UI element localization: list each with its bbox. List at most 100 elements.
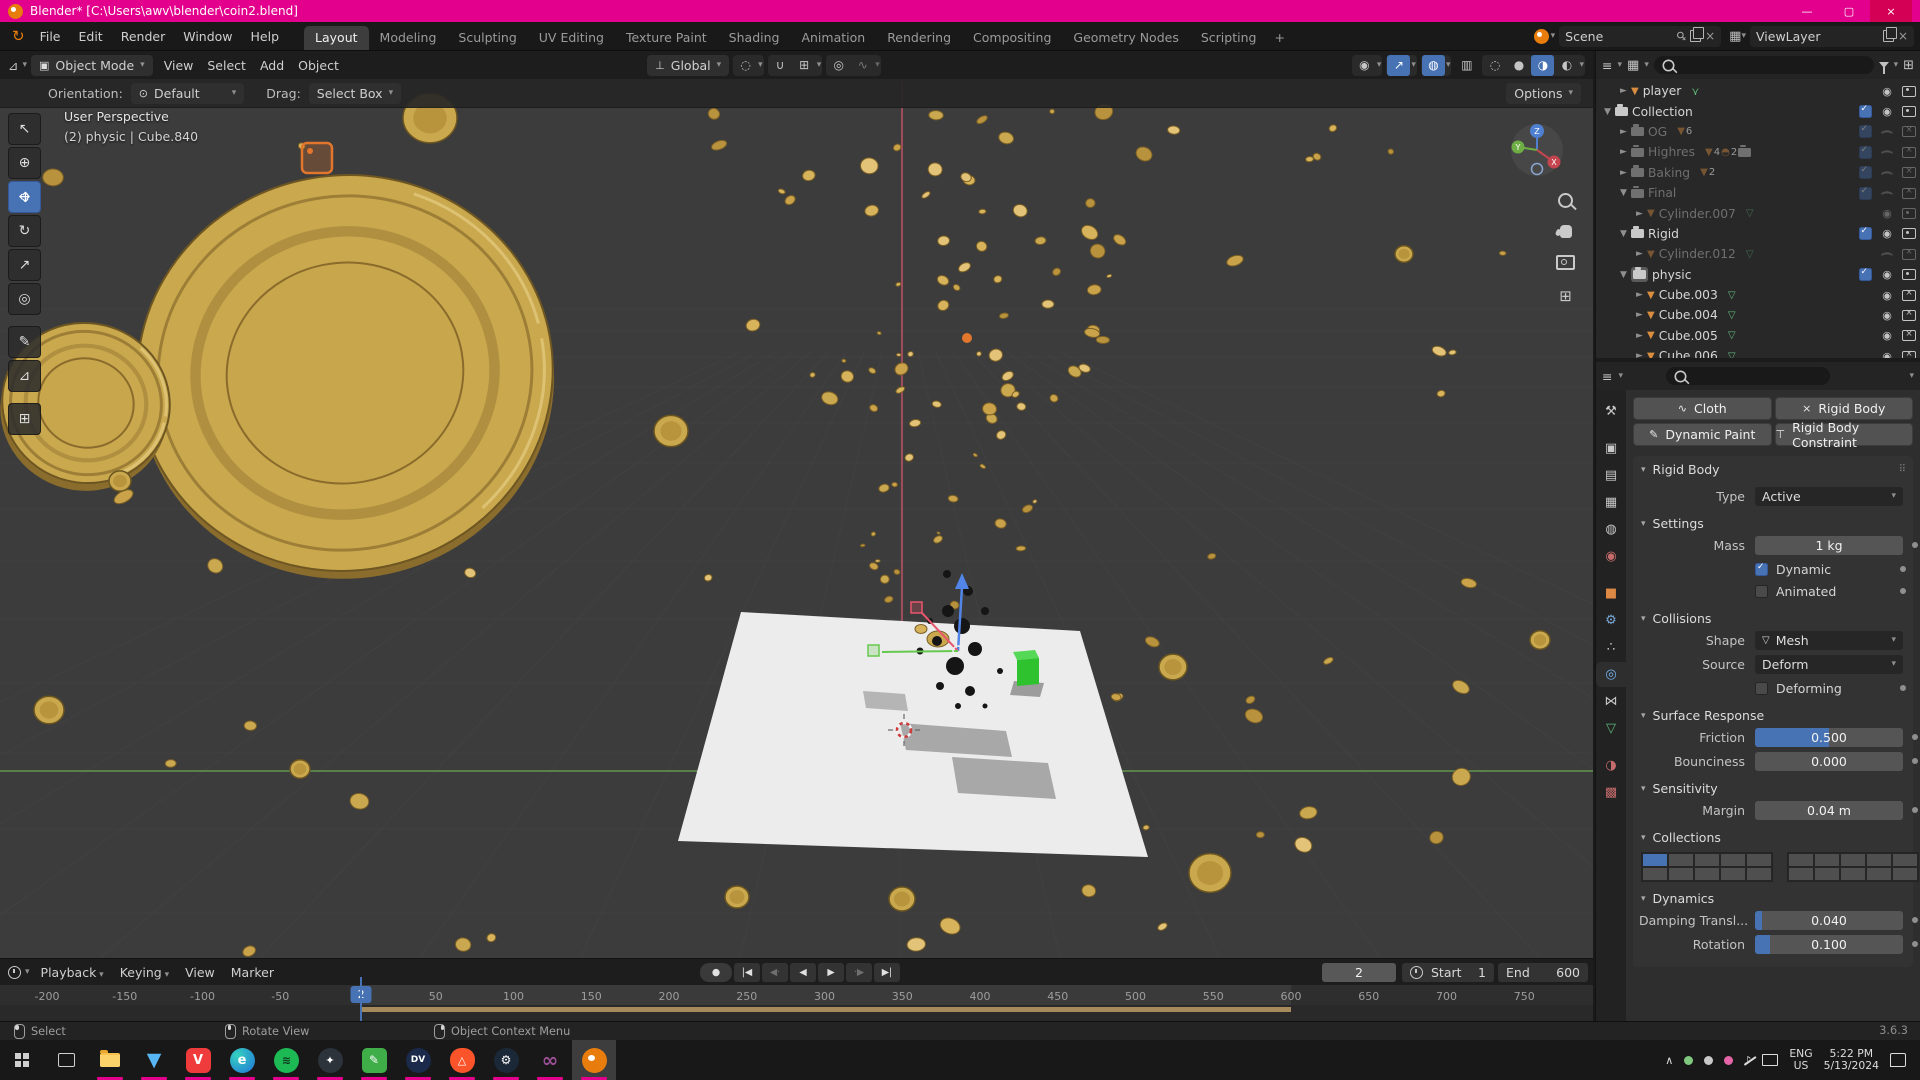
camera-disabled-icon[interactable] xyxy=(1902,188,1916,199)
properties-tab-material[interactable]: ◑ xyxy=(1596,753,1626,778)
menu-help[interactable]: Help xyxy=(242,26,289,47)
play-reverse-button[interactable]: ◀ xyxy=(790,963,816,982)
viewport-menu-object[interactable]: Object xyxy=(291,58,346,73)
collection-checkbox[interactable] xyxy=(1859,146,1872,159)
collection-cell[interactable] xyxy=(1814,853,1840,867)
new-collection-icon[interactable]: ⊞ xyxy=(1903,58,1914,73)
eye-closed-icon[interactable]: ( xyxy=(1880,170,1894,176)
camera-icon[interactable] xyxy=(1902,228,1916,239)
collection-checkbox[interactable] xyxy=(1859,125,1872,138)
workspace-tab-scripting[interactable]: Scripting xyxy=(1190,26,1268,50)
eye-icon[interactable]: ◉ xyxy=(1882,309,1892,322)
prev-keyframe-button[interactable]: ◀· xyxy=(762,963,788,982)
outliner-row-cube-003[interactable]: ►▼Cube.003▽◉ xyxy=(1596,285,1920,305)
ortho-grid-icon[interactable]: ⊞ xyxy=(1559,287,1572,305)
gizmos-toggle[interactable]: ↗ xyxy=(1387,55,1410,76)
playhead[interactable] xyxy=(360,977,362,1021)
expand-arrow-icon[interactable]: ► xyxy=(1632,209,1647,219)
expand-arrow-icon[interactable]: ▼ xyxy=(1616,188,1631,198)
workspace-tab-animation[interactable]: Animation xyxy=(790,26,876,50)
blender-menu-icon[interactable]: ↻ xyxy=(6,27,31,45)
taskbar-app-davinci-resolve[interactable]: DV xyxy=(396,1040,440,1080)
xray-toggle[interactable]: ▥ xyxy=(1455,55,1478,76)
copy-icon[interactable] xyxy=(1883,30,1894,42)
collection-checkbox[interactable] xyxy=(1859,187,1872,200)
expand-arrow-icon[interactable]: ► xyxy=(1616,86,1631,96)
collapse-icon[interactable]: ▾ xyxy=(1641,711,1646,721)
camera-disabled-icon[interactable] xyxy=(1902,310,1916,321)
menu-window[interactable]: Window xyxy=(174,26,241,47)
orientation-default-dropdown[interactable]: ⊙ Default ▾ xyxy=(131,83,244,104)
mass-field[interactable]: 1 kg xyxy=(1755,536,1903,555)
properties-tab-constraints[interactable]: ⋈ xyxy=(1596,689,1626,714)
camera-icon[interactable] xyxy=(1902,106,1916,117)
decorator-dot[interactable] xyxy=(1912,542,1918,548)
tray-app-icon-gray[interactable] xyxy=(1704,1056,1713,1065)
copy-icon[interactable] xyxy=(1690,30,1701,42)
minimize-button[interactable]: — xyxy=(1786,0,1828,22)
bounciness-slider[interactable]: 0.000 xyxy=(1755,752,1903,771)
viewport-menu-view[interactable]: View xyxy=(157,58,201,73)
taskbar-app-github-desktop[interactable]: ✦ xyxy=(308,1040,352,1080)
volume-muted-icon[interactable]: ♪ xyxy=(1744,1054,1751,1067)
properties-tab-texture[interactable]: ▩ xyxy=(1596,780,1626,805)
shading-wireframe-button[interactable]: ◌ xyxy=(1483,55,1506,76)
tool-annotate[interactable]: ✎ xyxy=(8,326,41,358)
eye-icon[interactable]: ◉ xyxy=(1882,289,1892,302)
properties-tab-physics[interactable]: ◎ xyxy=(1596,662,1626,687)
expand-arrow-icon[interactable]: ► xyxy=(1632,310,1647,320)
eye-icon[interactable]: ◉ xyxy=(1882,105,1892,118)
current-frame-field[interactable]: 2 xyxy=(1322,963,1396,982)
taskbar-app-brave[interactable]: △ xyxy=(440,1040,484,1080)
source-dropdown[interactable]: Deform ▾ xyxy=(1755,655,1903,674)
notification-center-icon[interactable] xyxy=(1890,1053,1906,1067)
expand-arrow-icon[interactable]: ► xyxy=(1616,147,1631,157)
collection-cell[interactable] xyxy=(1788,867,1814,881)
camera-disabled-icon[interactable] xyxy=(1902,147,1916,158)
shading-material-button[interactable]: ◑ xyxy=(1531,55,1554,76)
shape-dropdown[interactable]: ▽ Mesh ▾ xyxy=(1755,631,1903,650)
collection-cell[interactable] xyxy=(1892,867,1918,881)
collection-cell[interactable] xyxy=(1694,867,1720,881)
unlink-icon[interactable]: × xyxy=(1898,29,1908,43)
type-dropdown[interactable]: Active ▾ xyxy=(1755,487,1903,506)
expand-arrow-icon[interactable]: ► xyxy=(1632,351,1647,358)
record-button[interactable]: ● xyxy=(700,963,732,982)
taskbar-app-files-drop[interactable]: ▼ xyxy=(132,1040,176,1080)
collection-cell[interactable] xyxy=(1840,853,1866,867)
decorator-dot[interactable] xyxy=(1900,566,1906,572)
collapse-icon[interactable]: ▾ xyxy=(1641,784,1646,794)
scene-data-icon[interactable] xyxy=(1534,29,1549,44)
rigid-body-constraint-button[interactable]: ⊤Rigid Body Constraint xyxy=(1775,423,1914,446)
collection-checkbox[interactable] xyxy=(1859,227,1872,240)
properties-tab-view-layer[interactable]: ▦ xyxy=(1596,490,1626,515)
jump-to-start-button[interactable]: |◀ xyxy=(734,963,760,982)
tray-app-icon-green[interactable] xyxy=(1684,1056,1693,1065)
collections-grid[interactable] xyxy=(1641,852,1907,882)
clock[interactable]: 5:22 PM 5/13/2024 xyxy=(1824,1048,1879,1072)
eye-icon[interactable]: ◉ xyxy=(1882,350,1892,358)
deforming-checkbox[interactable] xyxy=(1755,682,1768,695)
visibility-icon[interactable]: ◉ xyxy=(1353,55,1376,76)
properties-tab-output[interactable]: ▤ xyxy=(1596,463,1626,488)
decorator-dot[interactable] xyxy=(1912,734,1918,740)
collection-checkbox[interactable] xyxy=(1859,268,1872,281)
jump-to-end-button[interactable]: ▶| xyxy=(874,963,900,982)
collapse-icon[interactable]: ▾ xyxy=(1641,833,1646,843)
expand-arrow-icon[interactable]: ► xyxy=(1632,249,1647,259)
task-view-button[interactable] xyxy=(44,1040,88,1080)
camera-disabled-icon[interactable] xyxy=(1902,126,1916,137)
snap-target-icon[interactable]: ⊞ xyxy=(793,55,816,76)
animated-checkbox[interactable] xyxy=(1755,585,1768,598)
animated-checkbox-row[interactable]: Animated xyxy=(1755,580,1907,602)
tool-scale[interactable]: ↗ xyxy=(8,249,41,281)
menu-file[interactable]: File xyxy=(31,26,70,47)
falloff-curve-icon[interactable]: ∿ xyxy=(851,55,874,76)
add-workspace-button[interactable]: + xyxy=(1267,26,1291,50)
viewport-menu-select[interactable]: Select xyxy=(200,58,253,73)
collection-cell[interactable] xyxy=(1788,853,1814,867)
outliner-row-physic[interactable]: ▼physic◉ xyxy=(1596,265,1920,285)
tool-tweak-select[interactable]: ↖ xyxy=(8,113,41,145)
decorator-dot[interactable] xyxy=(1912,941,1918,947)
menu-render[interactable]: Render xyxy=(112,26,175,47)
